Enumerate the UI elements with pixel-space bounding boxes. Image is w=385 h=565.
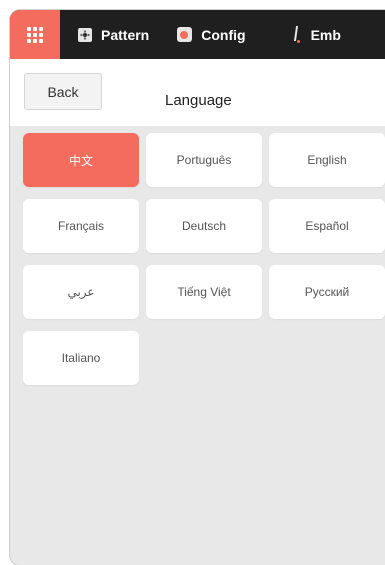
back-button[interactable]: Back <box>24 73 102 110</box>
top-navigation-bar: Pattern Config Emb <box>10 10 385 59</box>
device-screen: Pattern Config Emb Back Language 中文 Portu… <box>10 10 385 565</box>
language-option[interactable]: Italiano <box>23 331 139 385</box>
config-icon <box>177 27 193 42</box>
tab-pattern[interactable]: Pattern <box>78 10 149 59</box>
tab-emb[interactable]: Emb <box>294 10 341 59</box>
language-option[interactable]: عربي <box>23 265 139 319</box>
page-header: Back Language <box>10 59 385 126</box>
embroidery-icon <box>294 26 302 44</box>
language-grid: 中文 Português English Français Deutsch Español… <box>23 133 385 385</box>
language-option[interactable]: Tiếng Việt <box>146 265 262 319</box>
language-option[interactable]: Português <box>146 133 262 187</box>
tab-pattern-label: Pattern <box>101 26 150 43</box>
language-option[interactable]: English <box>269 133 385 187</box>
language-option[interactable]: 中文 <box>23 133 139 187</box>
apps-grid-icon <box>27 26 43 43</box>
tab-emb-label: Emb <box>310 26 341 43</box>
language-option[interactable]: Español <box>269 199 385 253</box>
tab-config-label: Config <box>201 26 246 43</box>
page-title: Language <box>165 92 232 109</box>
language-option[interactable]: Deutsch <box>146 199 262 253</box>
pattern-icon <box>78 27 92 42</box>
tab-config[interactable]: Config <box>177 10 246 59</box>
apps-menu-button[interactable] <box>10 10 60 59</box>
language-option[interactable]: Русский <box>269 265 385 319</box>
language-option[interactable]: Français <box>23 199 139 253</box>
